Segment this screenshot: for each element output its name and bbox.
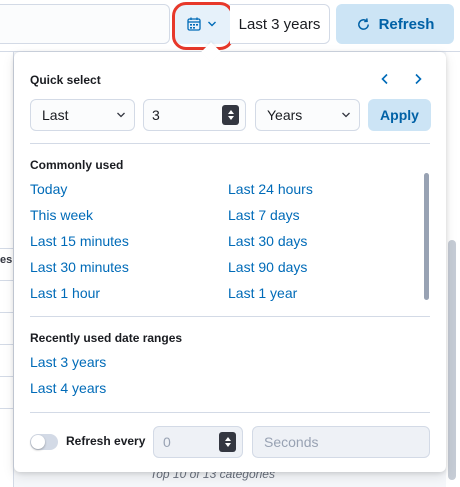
divider — [0, 280, 14, 281]
recent-range-item[interactable]: Last 4 years — [30, 380, 106, 396]
commonly-used-last-30-days[interactable]: Last 30 days — [228, 233, 307, 249]
date-range-label: Last 3 years — [238, 15, 321, 33]
toggle-knob — [31, 435, 45, 449]
divider — [30, 316, 430, 317]
auto-refresh-toggle[interactable] — [30, 434, 58, 450]
refresh-interval-input[interactable]: 0 — [153, 426, 243, 458]
recent-range-item[interactable]: Last 3 years — [30, 354, 106, 370]
commonly-used-last-24-hours[interactable]: Last 24 hours — [228, 181, 313, 197]
refresh-every-label: Refresh every — [66, 434, 146, 448]
divider — [0, 312, 14, 313]
refresh-icon — [357, 17, 369, 30]
apply-button-label: Apply — [380, 107, 419, 123]
commonly-used-last-15-minutes[interactable]: Last 15 minutes — [30, 233, 129, 249]
unit-select[interactable]: Years — [255, 99, 360, 131]
quantity-value: 3 — [152, 107, 160, 123]
divider — [0, 376, 14, 377]
unit-value: Years — [267, 107, 303, 123]
chevron-left-icon — [381, 73, 388, 85]
commonly-used-last-1-hour[interactable]: Last 1 hour — [30, 285, 100, 301]
recently-used-title: Recently used date ranges — [30, 331, 183, 345]
date-quick-menu-button[interactable] — [174, 4, 230, 44]
chevron-down-icon — [342, 112, 350, 118]
commonly-used-last-90-days[interactable]: Last 90 days — [228, 259, 307, 275]
refresh-unit-select[interactable]: Seconds — [252, 426, 430, 458]
commonly-used-today[interactable]: Today — [30, 181, 67, 197]
refresh-interval-value: 0 — [163, 434, 171, 450]
left-panel — [0, 52, 14, 487]
chevron-down-icon — [117, 112, 125, 118]
refresh-unit-value: Seconds — [264, 434, 319, 450]
chevron-right-icon — [415, 73, 422, 85]
divider — [30, 143, 430, 144]
query-input[interactable] — [0, 4, 170, 44]
quick-select-title: Quick select — [30, 73, 101, 87]
commonly-used-this-week[interactable]: This week — [30, 207, 93, 223]
calendar-icon — [187, 17, 201, 31]
commonly-used-title: Commonly used — [30, 158, 124, 172]
next-range-button[interactable] — [409, 70, 427, 88]
date-quick-select-popover: Quick select Last 3 Years Apply Commonly… — [14, 42, 446, 472]
refresh-button-label: Refresh — [378, 15, 435, 33]
quantity-stepper[interactable] — [222, 105, 239, 125]
divider — [0, 344, 14, 345]
commonly-used-scrollbar[interactable] — [424, 173, 429, 300]
quantity-input[interactable]: 3 — [143, 99, 246, 131]
commonly-used-last-1-year[interactable]: Last 1 year — [228, 285, 297, 301]
date-range-button[interactable]: Last 3 years — [230, 4, 330, 44]
right-scrollbar[interactable] — [448, 240, 456, 480]
apply-button[interactable]: Apply — [368, 99, 431, 131]
chevron-down-icon — [208, 21, 216, 27]
divider — [0, 408, 14, 409]
tense-value: Last — [42, 107, 69, 123]
refresh-button[interactable]: Refresh — [336, 4, 454, 44]
commonly-used-last-30-minutes[interactable]: Last 30 minutes — [30, 259, 129, 275]
divider — [30, 412, 430, 413]
commonly-used-last-7-days[interactable]: Last 7 days — [228, 207, 300, 223]
tense-select[interactable]: Last — [30, 99, 135, 131]
interval-stepper[interactable] — [219, 432, 236, 452]
left-panel-text: es — [0, 254, 13, 266]
divider — [0, 248, 14, 249]
previous-range-button[interactable] — [376, 70, 394, 88]
